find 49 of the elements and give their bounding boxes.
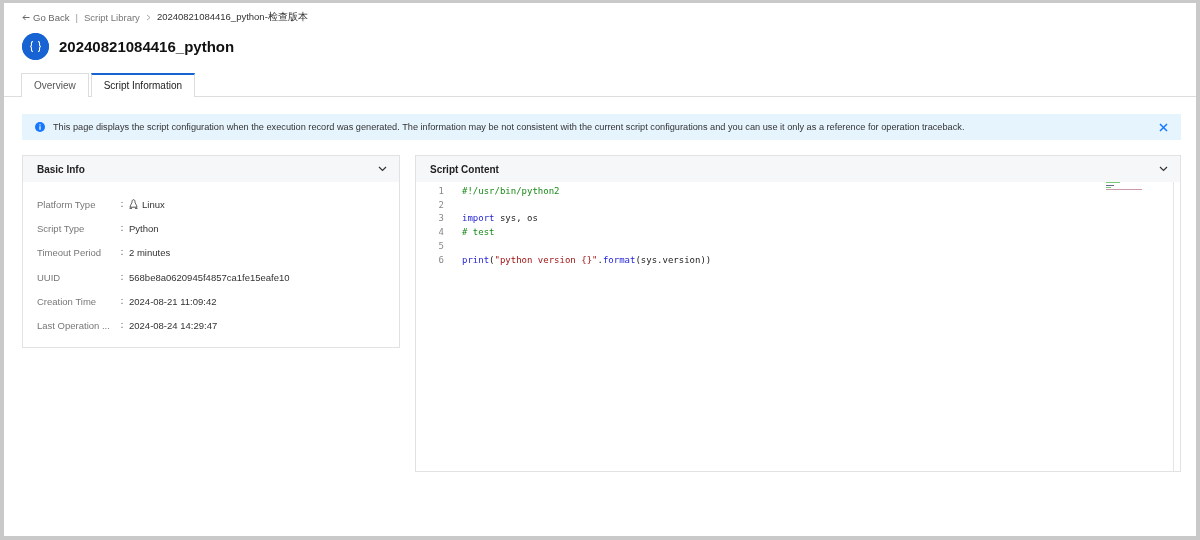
field-label: Timeout Period (37, 247, 103, 259)
info-message: This page displays the script configuration when the execution record was generated. The information may be not consistent with the current script configurations and you can use it only as a reference for operation traceback. (53, 122, 966, 132)
field-label: Creation Time (37, 295, 98, 307)
code-editor[interactable]: 1 #!/usr/bin/python2 2 3 import sys, os 4 # test 5 6 print("python version {}".format(sys.version)) (416, 182, 1180, 471)
panel-title: Script Content (430, 163, 499, 175)
field-label: Platform Type (37, 198, 97, 210)
tab[interactable]: Script Information (90, 73, 196, 97)
line-number: 3 (437, 213, 445, 224)
arrow-left-icon (22, 14, 30, 21)
code-line: #!/usr/bin/python2 (462, 185, 560, 196)
colon: ： (117, 246, 128, 260)
field-label: Last Operation ... (37, 320, 111, 332)
line-number: 5 (437, 241, 445, 252)
field-value: 568be8a0620945f4857ca1fe15eafe10 (129, 271, 290, 283)
colon: ： (117, 270, 128, 284)
code-line: print("python version {}".format(sys.version)) (462, 254, 712, 265)
colon: ： (117, 319, 128, 333)
breadcrumb-item[interactable]: Script Library (83, 12, 140, 23)
field-value: 2024-08-21 11:09:42 (129, 295, 217, 307)
braces-icon (22, 33, 49, 60)
line-number: 2 (437, 199, 445, 210)
chevron-right-icon (145, 14, 151, 21)
info-icon (35, 122, 45, 132)
field-value: Python (129, 222, 159, 234)
code-line: import sys, os (462, 213, 538, 224)
field-value: Linux (129, 198, 165, 210)
field-label: UUID (37, 271, 62, 283)
panel-title: Basic Info (37, 163, 85, 175)
penguin-icon (129, 199, 138, 210)
field-value: 2024-08-24 14:29:47 (129, 320, 218, 332)
breadcrumb-item: 20240821084416_python-检查版本 (156, 11, 308, 24)
chevron-icon[interactable] (1159, 166, 1168, 172)
tab[interactable]: Overview (21, 73, 89, 97)
chevron-icon[interactable] (378, 166, 387, 172)
go-back-link[interactable]: Go Back (22, 12, 70, 23)
panel-header[interactable]: Basic Info (23, 156, 399, 182)
page-title: 20240821084416_python (59, 38, 235, 55)
colon: ： (117, 197, 128, 211)
separator: | (75, 12, 78, 23)
colon: ： (117, 221, 128, 235)
code-line: # test (462, 227, 495, 238)
field-value: 2 minutes (129, 247, 171, 259)
panel-header[interactable]: Script Content (416, 156, 1180, 182)
line-number: 6 (437, 254, 445, 265)
field-label: Script Type (37, 222, 86, 234)
line-number: 4 (437, 227, 445, 238)
colon: ： (117, 294, 128, 308)
close-icon[interactable] (1159, 122, 1168, 132)
line-number: 1 (437, 185, 445, 196)
